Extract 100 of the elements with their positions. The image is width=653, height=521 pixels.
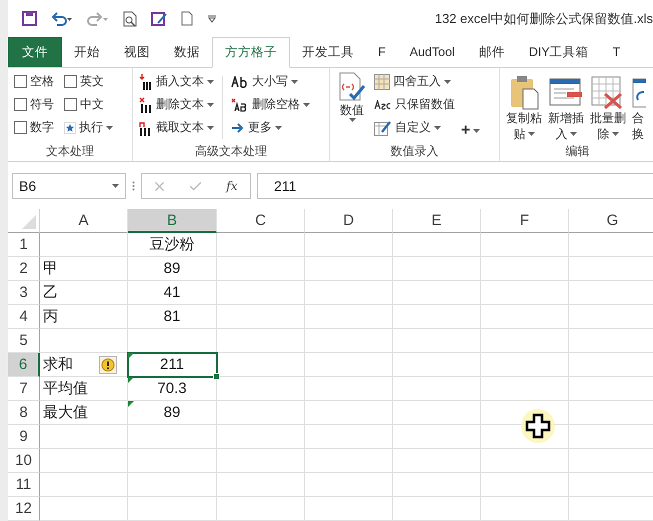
ribbon-button[interactable]: 四舍五入	[372, 72, 457, 92]
warning-icon[interactable]	[99, 356, 117, 374]
ribbon-button[interactable]: 截取文本	[137, 118, 216, 138]
cell-text: 豆沙粉	[150, 235, 194, 254]
caret-icon	[275, 126, 282, 130]
triangle-icon	[22, 215, 36, 229]
print-preview-icon[interactable]	[123, 10, 137, 27]
delete-text-icon	[139, 96, 153, 113]
cell-text: 最大值	[43, 403, 88, 422]
ribbon-button[interactable]: 合 换	[630, 72, 646, 143]
caret-icon	[291, 80, 298, 84]
ribbon-button[interactable]: 新增插 入	[546, 72, 586, 143]
caret-icon	[434, 126, 441, 130]
cell-text: 211	[160, 356, 184, 373]
checkbox[interactable]: 符号	[12, 94, 56, 115]
ribbon-tab[interactable]: 方方格子	[212, 37, 290, 68]
cell-text: 89	[164, 260, 180, 277]
cross-cursor-icon	[520, 408, 556, 444]
window-title: 132 excel中如何删除公式保留数值.xls	[434, 10, 653, 28]
row-header[interactable]: 9	[8, 425, 40, 449]
caret-icon	[444, 80, 451, 84]
table-cross-icon	[591, 76, 625, 110]
cell-text: 89	[164, 404, 180, 421]
column-header[interactable]: D	[305, 209, 393, 233]
caret-icon	[473, 128, 480, 133]
checkbox[interactable]: 英文	[62, 72, 115, 92]
group-label: 文本处理	[45, 142, 95, 160]
formula-field[interactable]: 211	[257, 173, 653, 199]
caret-icon	[570, 132, 576, 136]
document-check-icon	[338, 72, 366, 102]
more-dots-icon	[132, 181, 135, 192]
ribbon-button[interactable]: 批量删 除	[588, 72, 628, 143]
column-header[interactable]: B	[128, 209, 217, 233]
group-label: 高级文本处理	[194, 142, 268, 160]
ribbon-button[interactable]: 只保留数值	[372, 94, 457, 115]
checkbox[interactable]: 中文	[62, 94, 115, 115]
cell-text: 41	[164, 284, 180, 301]
new-document-icon[interactable]	[181, 11, 193, 26]
caret-icon	[207, 80, 214, 84]
ribbon-button[interactable]: 更多	[229, 118, 312, 138]
ribbon-button[interactable]: 插入文本	[137, 72, 216, 92]
row-header[interactable]: 7	[8, 377, 40, 401]
caret-icon	[348, 118, 356, 122]
caret-icon	[528, 132, 534, 136]
table-grid-icon	[374, 74, 390, 90]
save-edit-icon[interactable]	[151, 10, 167, 27]
group-label: 编辑	[564, 142, 590, 160]
save-icon[interactable]	[22, 11, 37, 26]
right-arrow-icon	[231, 122, 245, 133]
group-label: 数值录入	[390, 142, 440, 160]
cell-text: 平均值	[43, 379, 88, 398]
cut-text-icon	[139, 120, 153, 136]
checkbox[interactable]: 空格	[12, 72, 56, 92]
caret-icon	[112, 184, 119, 188]
ribbon-button[interactable]: 自定义	[372, 118, 457, 138]
file-tab[interactable]: 文件	[8, 37, 62, 67]
cell-text: 81	[164, 308, 180, 325]
caret-icon	[106, 126, 113, 130]
clipboard-icon	[509, 74, 539, 110]
row-header[interactable]: 1	[8, 233, 40, 257]
row-header[interactable]: 3	[8, 281, 40, 305]
add-button[interactable]: +	[459, 120, 482, 141]
ribbon-button[interactable]: 复制粘 贴	[504, 72, 544, 143]
undo-icon[interactable]	[51, 12, 73, 26]
column-header[interactable]: E	[393, 209, 481, 233]
table-arrow-icon	[632, 78, 646, 110]
letter-case-icon	[231, 76, 249, 88]
row-header[interactable]: 5	[8, 329, 40, 353]
star-icon	[64, 122, 76, 134]
number-button[interactable]: 数值	[334, 72, 370, 143]
delete-space-icon	[231, 98, 249, 112]
text-format-icon	[374, 100, 392, 110]
cell-text: 70.3	[157, 380, 187, 397]
name-box[interactable]: B6	[12, 173, 126, 199]
row-header[interactable]: 12	[8, 497, 40, 521]
row-header[interactable]: 2	[8, 257, 40, 281]
row-header[interactable]: 6	[8, 353, 40, 377]
column-header[interactable]: C	[217, 209, 305, 233]
row-header[interactable]: 10	[8, 449, 40, 473]
caret-icon	[612, 132, 618, 136]
row-header[interactable]: 4	[8, 305, 40, 329]
pencil-table-icon	[374, 120, 392, 136]
ribbon-button[interactable]: 删除空格	[229, 94, 312, 115]
cell-text: 丙	[43, 307, 58, 326]
caret-icon	[207, 126, 214, 130]
customize-menu-icon[interactable]	[207, 14, 217, 23]
column-header[interactable]: F	[481, 209, 569, 233]
insert-function-button[interactable]: fx	[224, 179, 240, 194]
checkbox[interactable]: 数字	[12, 118, 56, 138]
row-header[interactable]: 8	[8, 401, 40, 425]
cell-text: 乙	[43, 283, 58, 302]
ribbon-button[interactable]: 删除文本	[137, 94, 216, 115]
row-header[interactable]: 11	[8, 473, 40, 497]
caret-icon	[303, 102, 310, 107]
ribbon-button[interactable]: 大小写	[229, 72, 312, 92]
cell-text: 求和	[43, 355, 73, 374]
column-header[interactable]: A	[40, 209, 128, 233]
caret-icon	[207, 102, 214, 107]
run-button[interactable]: 执行	[62, 118, 115, 138]
insert-text-icon	[139, 74, 153, 90]
